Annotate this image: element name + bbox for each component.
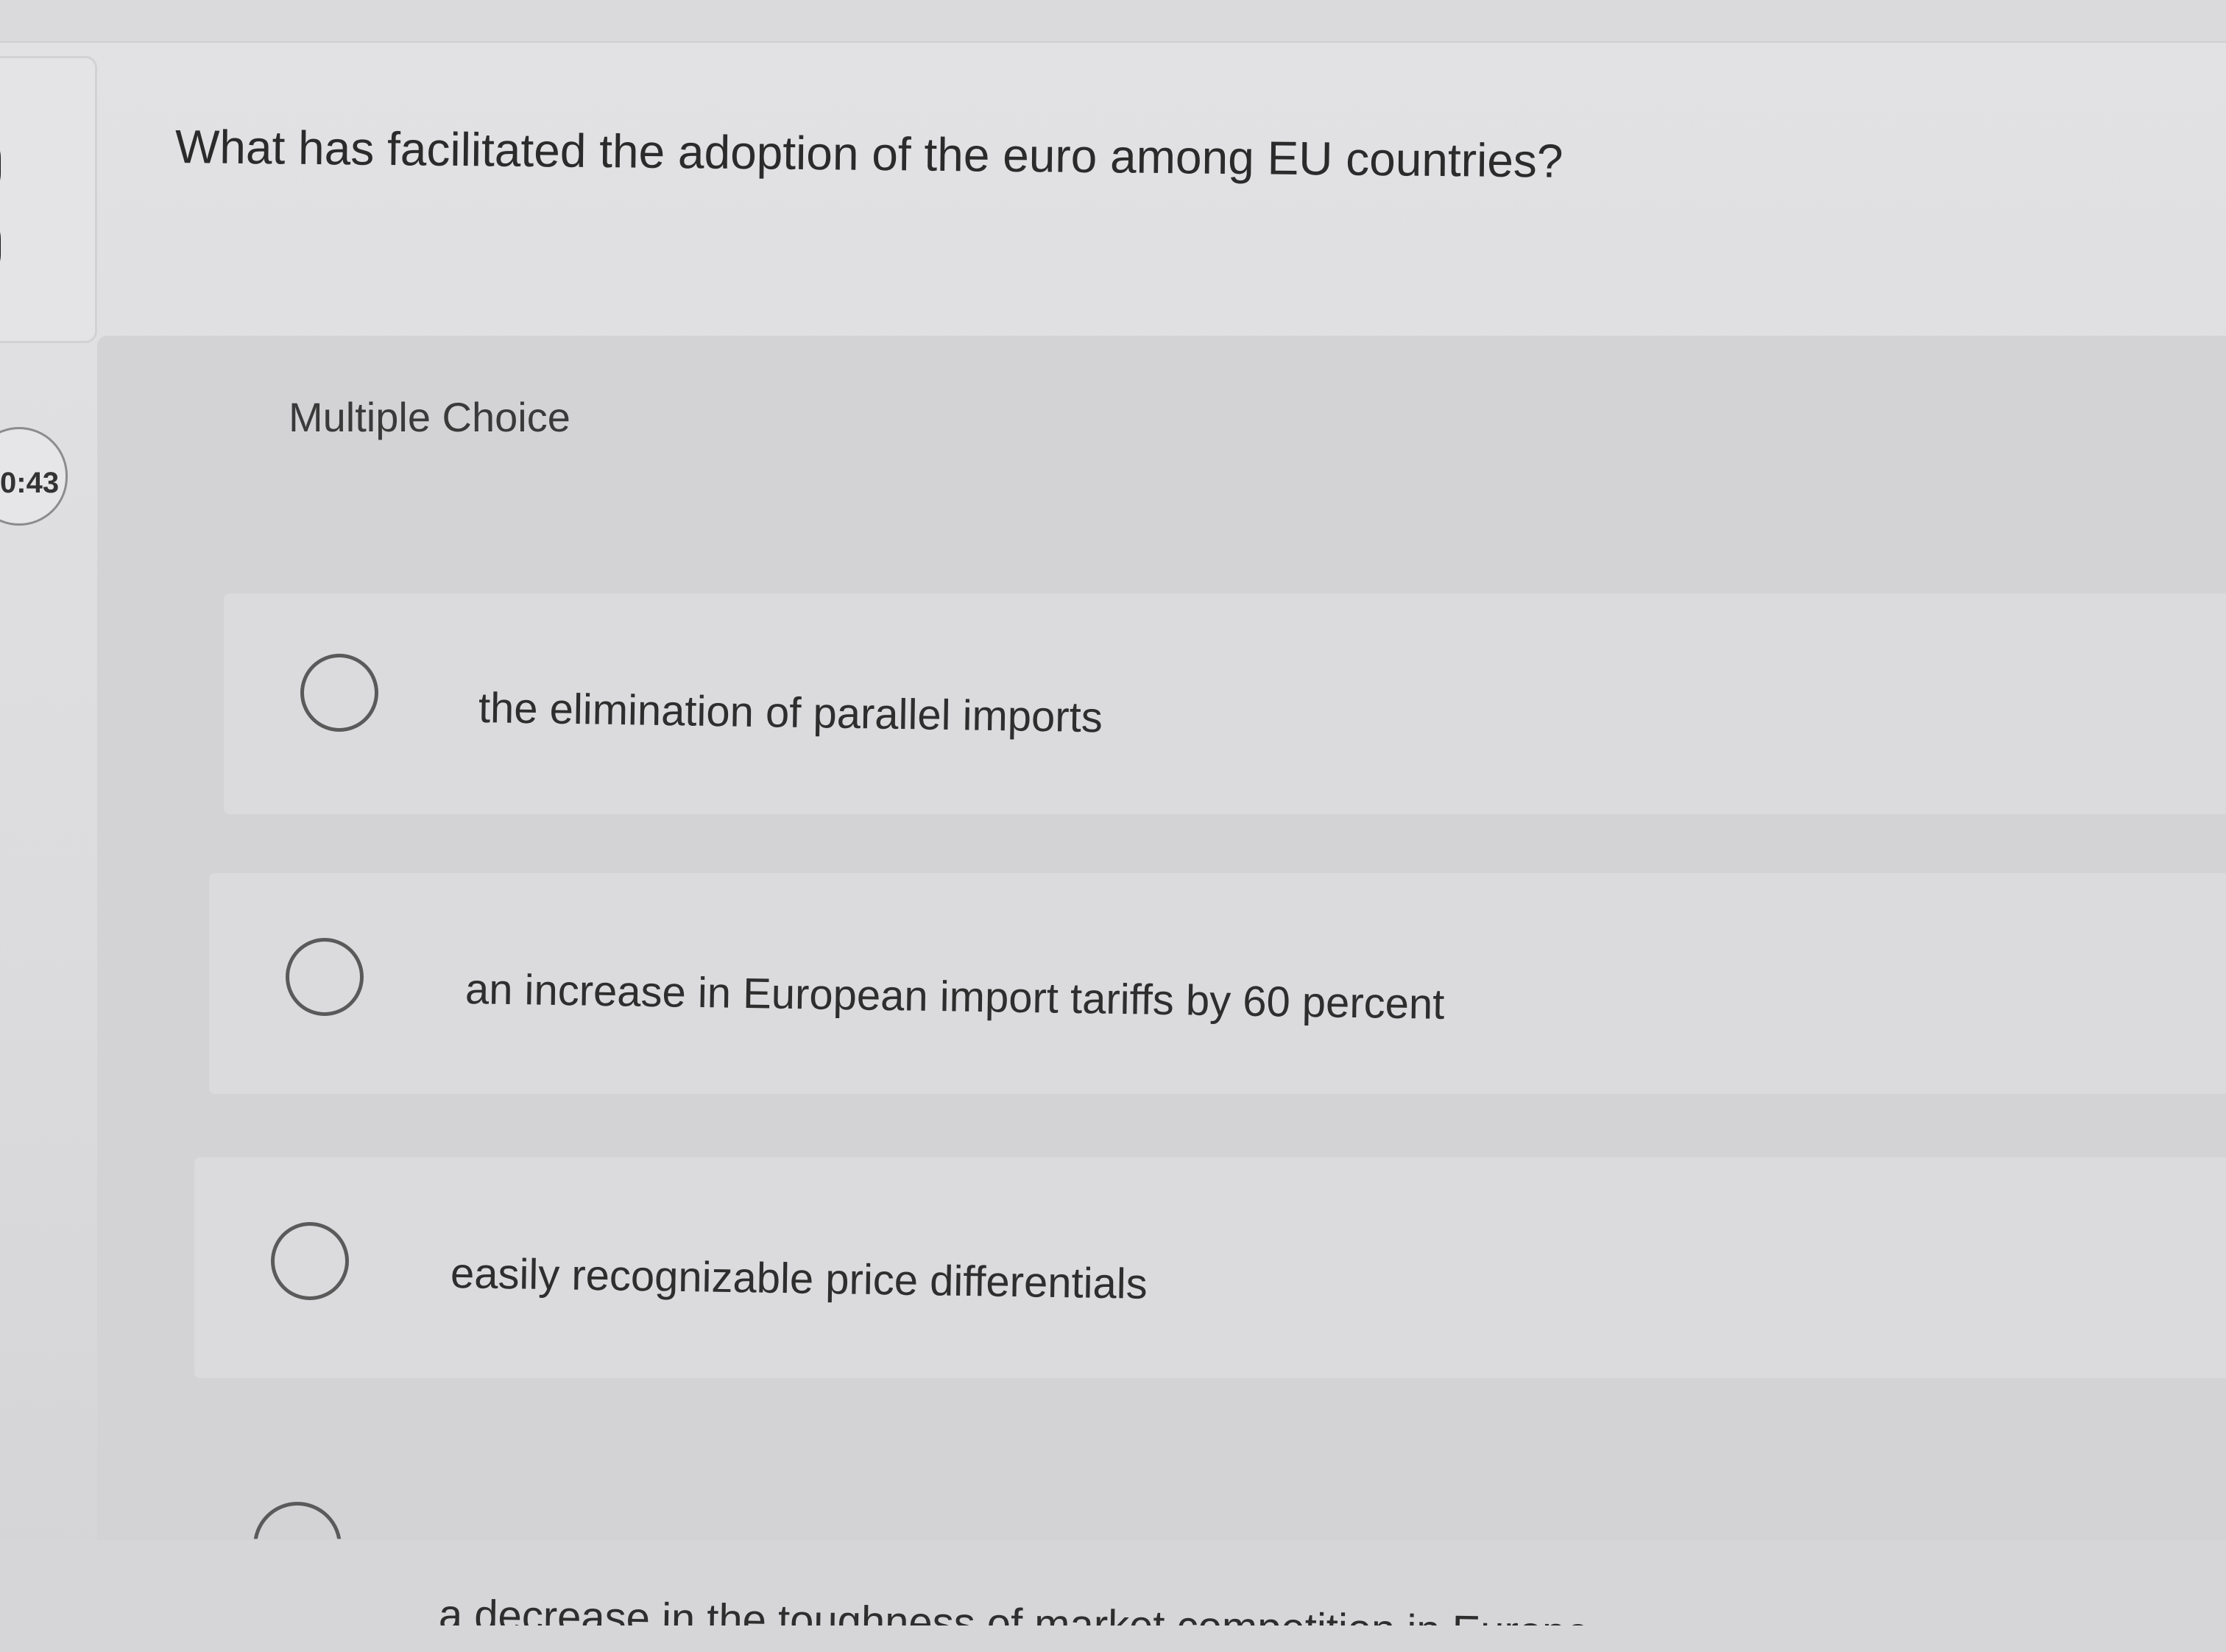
question-type-label: Multiple Choice: [289, 394, 570, 440]
radio-button[interactable]: [286, 938, 364, 1016]
timer-text: 0:43: [0, 467, 60, 499]
question-nav-panel: [0, 56, 97, 343]
answer-option[interactable]: easily recognizable price differentials: [194, 1157, 2226, 1378]
answer-option-label: a decrease in the toughness of market co…: [439, 1596, 1646, 1625]
answer-option-text: a decrease in the toughness of market co…: [439, 1596, 1590, 1625]
answer-option-label: an increase in European import tariffs b…: [464, 965, 1445, 1028]
answer-option-label: easily recognizable price differentials: [450, 1249, 1148, 1308]
progress-marker: [0, 129, 1, 202]
answer-option-label: the elimination of parallel imports: [478, 684, 1103, 742]
answer-option[interactable]: the elimination of parallel imports: [224, 593, 2226, 814]
radio-button[interactable]: [300, 654, 378, 732]
radio-button[interactable]: [271, 1222, 349, 1300]
progress-marker: [0, 210, 1, 283]
top-bar: [0, 0, 2226, 43]
question-text: What has facilitated the adoption of the…: [174, 120, 1564, 188]
answer-option[interactable]: an increase in European import tariffs b…: [209, 873, 2226, 1094]
